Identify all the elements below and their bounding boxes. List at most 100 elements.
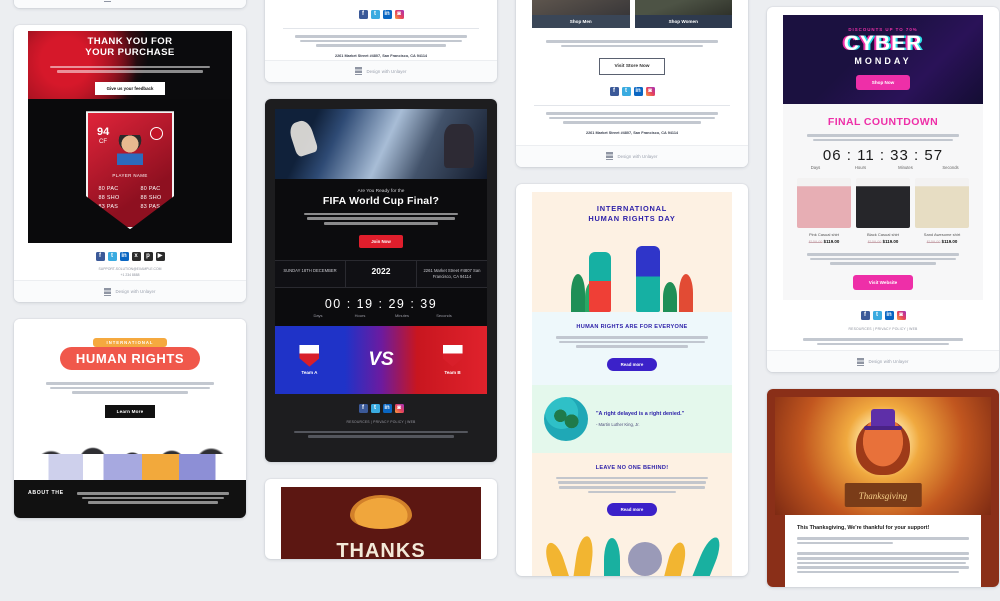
duo-body: Lorem ipsum dolor sit amet, consectetur … [532, 28, 732, 76]
twitter-icon[interactable]: t [370, 403, 380, 413]
thanksgiving-hero: Thanksgiving [775, 397, 991, 516]
contact-email[interactable]: SUPPORT-SOLUTION@EXAMPLE.COM [28, 267, 232, 271]
product-old-price: $159.00 [867, 240, 882, 245]
instagram-icon[interactable]: ◙ [896, 310, 906, 320]
visit-store-button[interactable]: Visit Store Now [599, 58, 665, 76]
product-name: Sand Awesome shirt [923, 232, 961, 238]
team-a: Team A [299, 344, 320, 375]
twitter-icon[interactable]: t [872, 310, 882, 320]
youtube-icon[interactable]: ▶ [155, 252, 165, 262]
instagram-icon[interactable]: ◙ [645, 87, 655, 97]
shop-women-tile[interactable]: Shop Women [634, 0, 732, 28]
player-portrait [117, 135, 143, 166]
duo-footer-body [546, 112, 718, 124]
social-links[interactable]: f t in x p ▶ [28, 252, 232, 262]
facebook-icon[interactable]: f [860, 310, 870, 320]
thanksgiving-heading: This Thanksgiving, We're thankful for yo… [797, 525, 930, 532]
ihr-section2-cta[interactable]: Read more [606, 503, 658, 517]
cyber-visit-website-button[interactable]: Visit Website [852, 274, 914, 290]
product-item[interactable]: Pink Casual shirt $159.00 $119.00 [797, 178, 851, 244]
player-card: 94 CF PLAYER NAME 80 PAC 88 SHO 83 PAS 8… [86, 111, 174, 230]
instagram-icon[interactable]: ◙ [394, 10, 404, 19]
feedback-button[interactable]: Give us your feedback [94, 81, 166, 95]
about-heading: ABOUT THE [28, 489, 64, 496]
product-item[interactable]: Black Casual shirt $159.00 $119.00 [856, 178, 910, 244]
learn-more-button[interactable]: Learn More [104, 404, 156, 418]
cyber-hero: DISCOUNTS UP TO 70% CYBER MONDAY Shop No… [783, 15, 983, 104]
social-links[interactable]: f t in ◙ [783, 310, 983, 320]
thanksgiving-inner: Thanksgiving This Thanksgiving, We're th… [767, 389, 999, 588]
linkedin-icon[interactable]: in [382, 10, 392, 19]
fifa-event-info: SUNDAY 18TH DECEMBER 2022 2261 Market St… [275, 259, 487, 288]
unlayer-logo-icon [104, 287, 112, 296]
shop-women-caption[interactable]: Shop Women [634, 15, 732, 28]
thank-you-title-line1: THANK YOU FOR [87, 35, 173, 47]
product-item[interactable]: Sand Awesome shirt $159.00 $119.00 [915, 178, 969, 244]
thanks-title: THANKS [336, 539, 426, 559]
shop-men-tile[interactable]: Shop Men [532, 0, 630, 28]
template-card-human-rights[interactable]: INTERNATIONAL HUMAN RIGHTS Lorem ipsum d… [14, 319, 246, 518]
team-b-crest-icon [442, 344, 463, 367]
template-card-thanks[interactable]: THANKS [265, 478, 497, 559]
template-card-wedding[interactable]: at the occasion be to Vivamus placerat n… [265, 0, 497, 82]
template-card-fifa[interactable]: Are You Ready for the FIFA World Cup Fin… [265, 98, 497, 462]
team-a-name: Team A [301, 369, 318, 375]
facebook-icon[interactable]: f [358, 403, 368, 413]
facebook-icon[interactable]: f [609, 87, 619, 97]
fifa-footer-links[interactable]: RESOURCES | PRIVACY POLICY | WEB [275, 420, 487, 424]
human-rights-about-section: ABOUT THE Lorem ipsum dolor sit amet, co… [14, 479, 246, 518]
unlayer-credit: Design with Unlayer [265, 59, 497, 82]
unlayer-logo-icon [606, 152, 614, 161]
xing-icon[interactable]: x [131, 252, 141, 262]
gallery-column-2: at the occasion be to Vivamus placerat n… [265, 0, 497, 576]
thanks-inner: THANKS [265, 479, 497, 559]
facebook-icon[interactable]: f [358, 10, 368, 19]
instagram-icon[interactable]: ◙ [394, 403, 404, 413]
product-new-price: $119.00 [941, 239, 958, 245]
ihr-quote: "A right delayed is a right denied." [596, 411, 685, 417]
globe-icon [544, 396, 588, 441]
ihr-section1-cta[interactable]: Read more [606, 357, 658, 371]
template-card-thank-you[interactable]: THANK YOU FOR YOUR PURCHASE Lorem ipsum … [14, 25, 246, 303]
pinterest-icon[interactable]: p [143, 252, 153, 262]
social-links[interactable]: f t in ◙ [281, 10, 481, 19]
twitter-icon[interactable]: t [370, 10, 380, 19]
ihr-title-line1: INTERNATIONAL [596, 203, 668, 213]
facebook-icon[interactable]: f [95, 252, 105, 262]
linkedin-icon[interactable]: in [633, 87, 643, 97]
duo-footer: f t in ◙ Lorem ipsum dolor sit amet, con… [532, 75, 732, 137]
shop-men-caption[interactable]: Shop Men [532, 15, 630, 28]
human-rights-hero: INTERNATIONAL HUMAN RIGHTS Lorem ipsum d… [14, 319, 246, 418]
fifa-countdown-value: 00 : 19 : 29 : 39 [324, 296, 438, 311]
cyber-countdown-section: FINAL COUNTDOWN Lorem ipsum dolor sit am… [783, 104, 983, 300]
product-price: $159.00 $119.00 [797, 239, 851, 244]
linkedin-icon[interactable]: in [119, 252, 129, 262]
ihr-quote-section: "A right delayed is a right denied." - M… [532, 384, 732, 453]
cyber-shop-now-button[interactable]: Shop Now [855, 75, 911, 90]
team-a-crest-icon [299, 344, 320, 367]
social-links[interactable]: f t in ◙ [532, 87, 732, 97]
template-card-cyber-monday[interactable]: DISCOUNTS UP TO 70% CYBER MONDAY Shop No… [767, 7, 999, 373]
linkedin-icon[interactable]: in [382, 403, 392, 413]
template-card-ihr-day[interactable]: INTERNATIONAL HUMAN RIGHTS DAY HUMAN RIG… [516, 183, 748, 577]
ihr-section1-title: HUMAN RIGHTS ARE FOR EVERYONE [576, 323, 688, 330]
twitter-icon[interactable]: t [621, 87, 631, 97]
fifa-info-date: SUNDAY 18TH DECEMBER [283, 267, 337, 273]
join-now-button[interactable]: Join Now [359, 234, 403, 248]
template-card-thanksgiving[interactable]: Thanksgiving This Thanksgiving, We're th… [767, 389, 999, 588]
product-name: Black Casual shirt [866, 232, 899, 238]
template-card-fashion-newsletter[interactable]: f t in ◙ OUR SHOPPING | SHIPPING POLICY … [14, 0, 246, 9]
ihr-hero: INTERNATIONAL HUMAN RIGHTS DAY [532, 191, 732, 312]
ihr-section-1: HUMAN RIGHTS ARE FOR EVERYONE Lorem ipsu… [532, 311, 732, 385]
wedding-footer-body [295, 35, 467, 47]
product-price: $159.00 $119.00 [915, 239, 969, 244]
product-image [856, 178, 910, 229]
cyber-footer-links[interactable]: RESOURCES | PRIVACY POLICY | WEB [783, 327, 983, 331]
duo-inner: Shop Men Shop Women Lorem ipsum dolor si… [516, 0, 748, 137]
social-links[interactable]: f t in ◙ [275, 403, 487, 413]
template-card-fashion-duo[interactable]: Shop Men Shop Women Lorem ipsum dolor si… [516, 0, 748, 167]
duo-address: 2261 Market Street #4807, San Francisco,… [585, 130, 679, 135]
fifa-inner: Are You Ready for the FIFA World Cup Fin… [265, 98, 497, 462]
twitter-icon[interactable]: t [107, 252, 117, 262]
linkedin-icon[interactable]: in [884, 310, 894, 320]
